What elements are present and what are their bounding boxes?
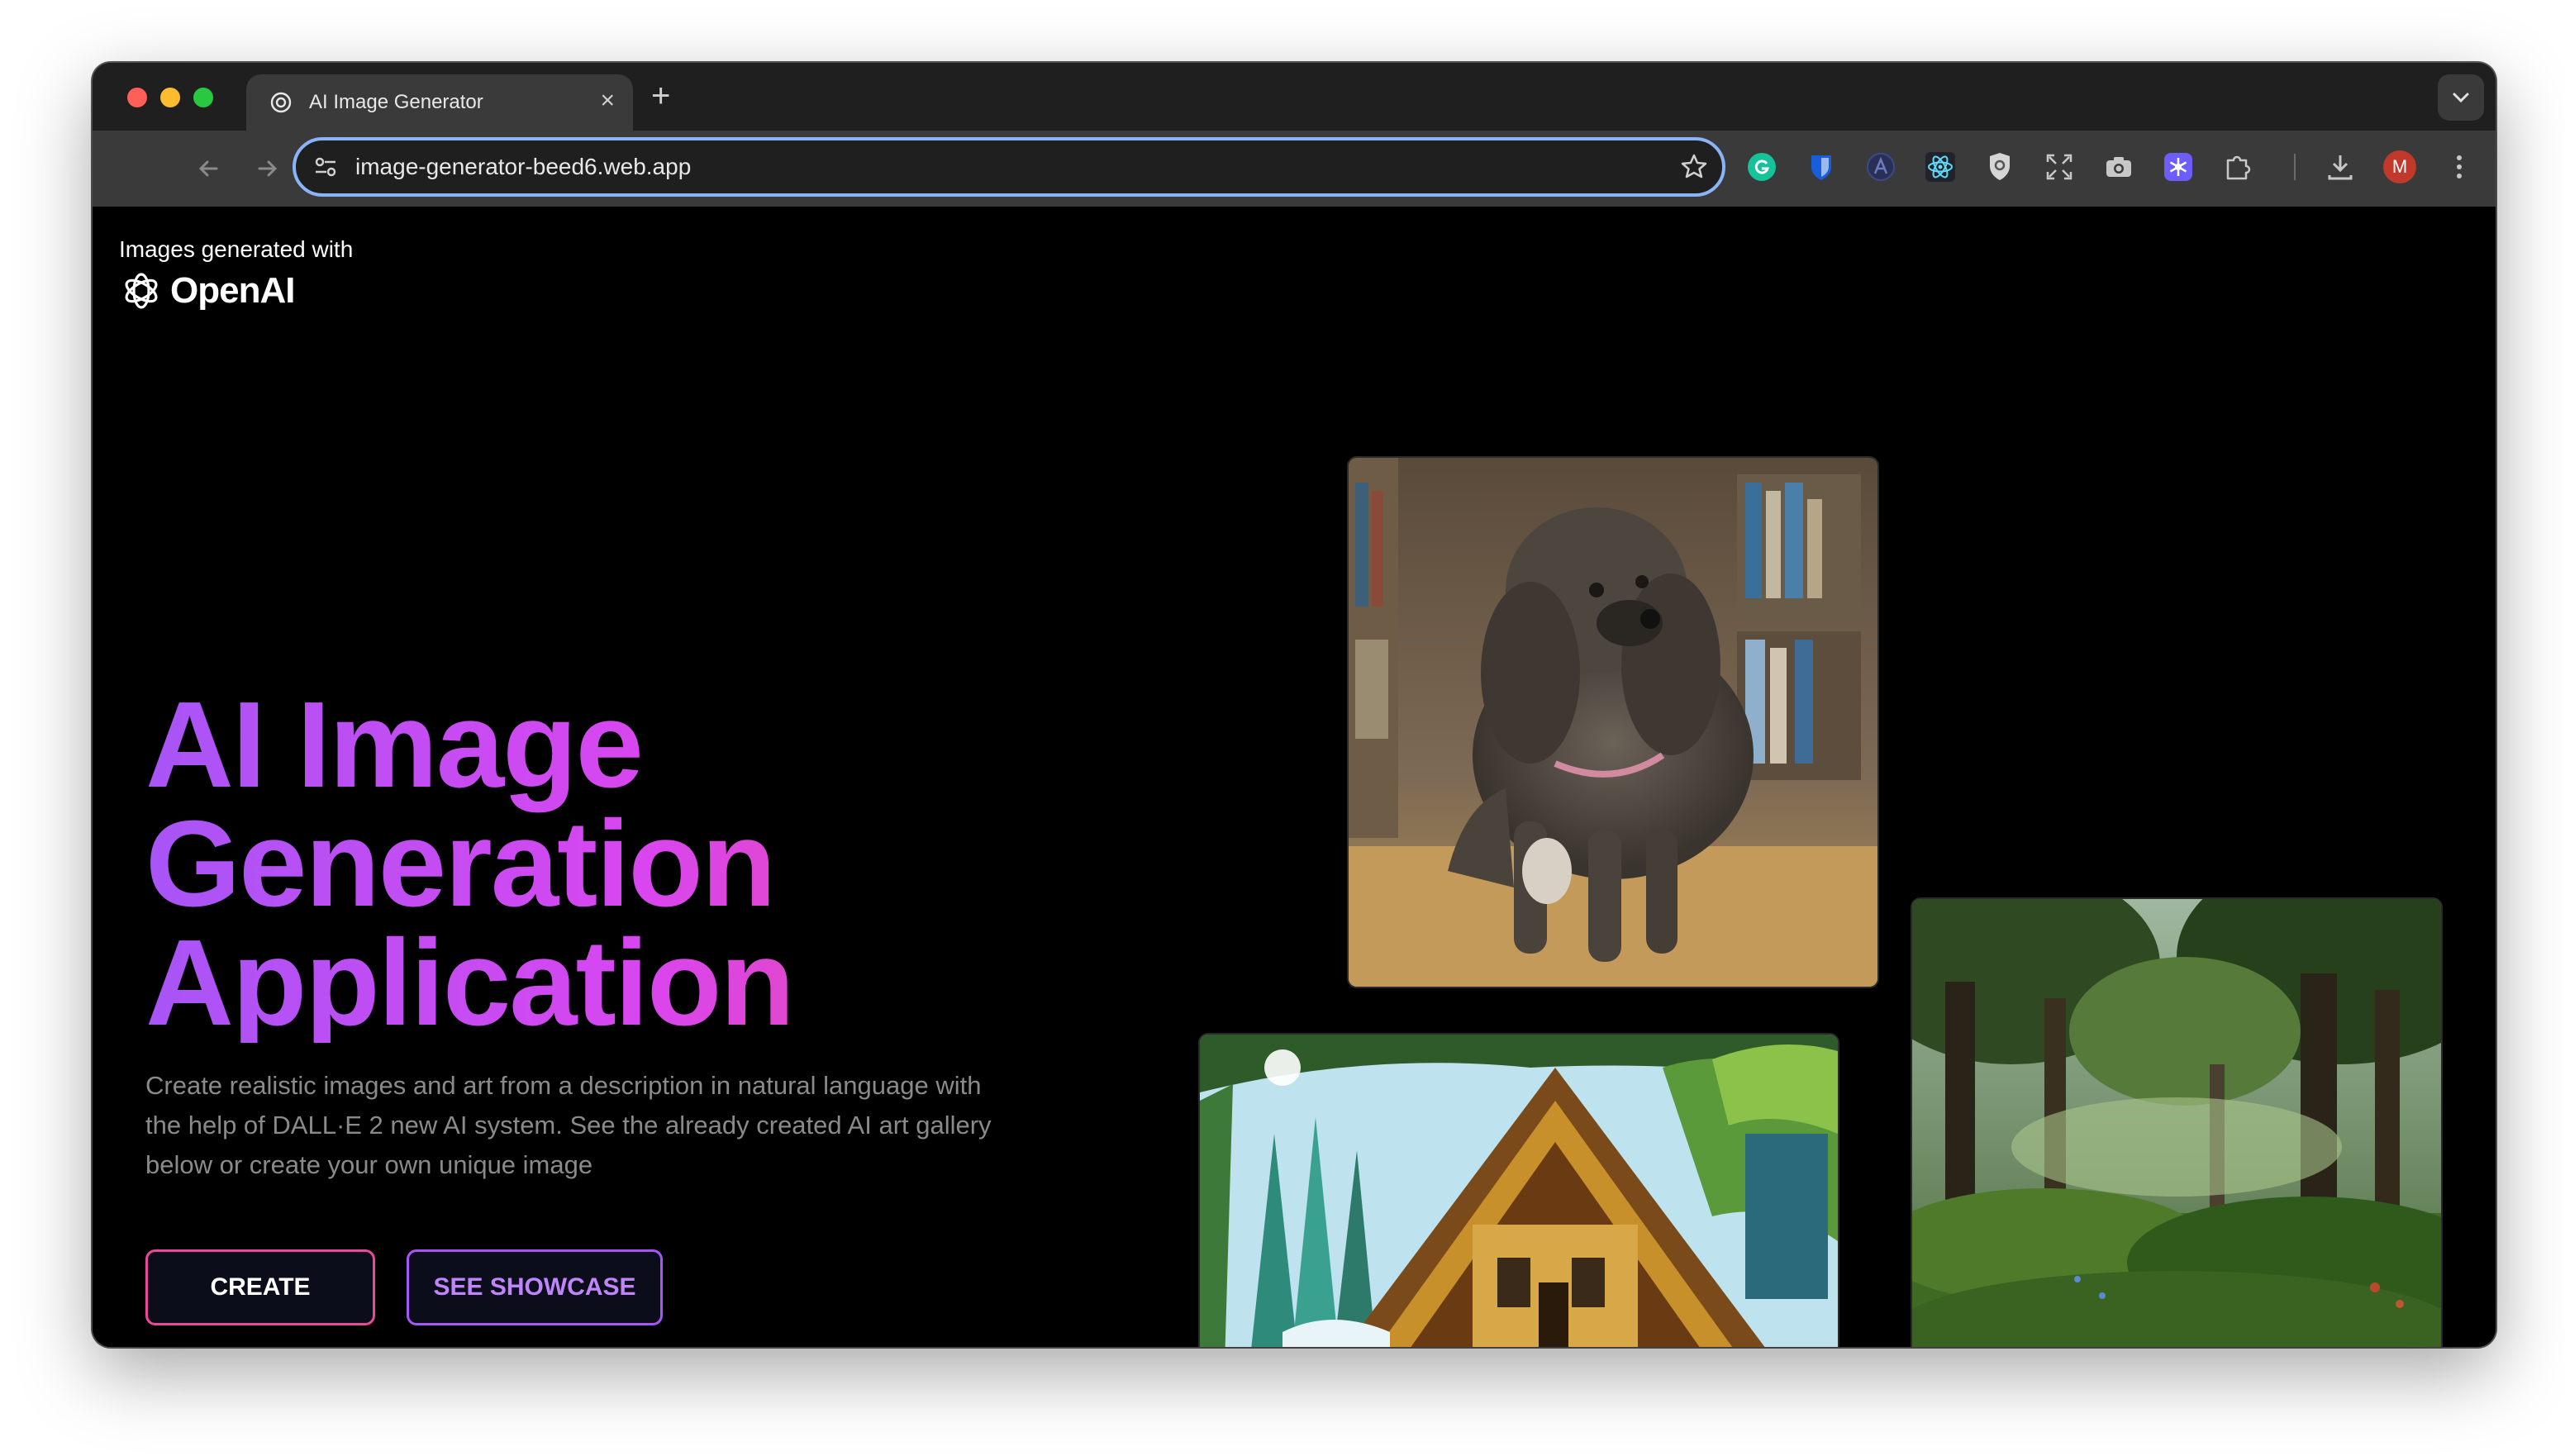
address-bar[interactable]: image-generator-beed6.web.app: [293, 137, 1725, 197]
cabin-painting: [1200, 1035, 1838, 1347]
openai-logo-icon: [125, 273, 158, 309]
back-arrow-icon[interactable]: [193, 154, 223, 183]
a-logo-icon[interactable]: [1864, 150, 1897, 183]
react-icon[interactable]: [1924, 150, 1957, 183]
bookmark-star-icon[interactable]: [1677, 150, 1711, 183]
browser-tab[interactable]: AI Image Generator ×: [246, 74, 633, 131]
expand-icon[interactable]: [2043, 150, 2076, 183]
camera-icon[interactable]: [2102, 150, 2135, 183]
page-content: Images generated with OpenAI AI Image Ge…: [93, 207, 2496, 1347]
browser-window: AI Image Generator × + image-generator-b…: [93, 63, 2496, 1347]
openai-brand[interactable]: OpenAI: [119, 268, 295, 314]
grammarly-icon[interactable]: [1745, 150, 1778, 183]
tab-title: AI Image Generator: [309, 91, 483, 113]
hero-line-2: Generation: [145, 796, 775, 932]
gallery-image-poodle[interactable]: [1347, 456, 1879, 988]
hero-title: AI Image Generation Application: [145, 686, 1054, 1043]
tab-close-icon[interactable]: ×: [600, 86, 615, 116]
hero-description: Create realistic images and art from a d…: [145, 1071, 992, 1179]
hero-line-3: Application: [145, 915, 793, 1051]
brand-caption: Images generated with: [119, 236, 354, 262]
bitwarden-shield-icon[interactable]: [1805, 150, 1838, 183]
create-button[interactable]: CREATE: [145, 1249, 375, 1325]
gallery-image-cabin[interactable]: [1198, 1033, 1839, 1347]
poodle-photo: [1349, 458, 1877, 987]
url-text: image-generator-beed6.web.app: [355, 154, 692, 179]
site-settings-icon[interactable]: [311, 152, 340, 182]
profile-avatar[interactable]: M: [2383, 150, 2416, 183]
snowflake-icon[interactable]: [2162, 150, 2195, 183]
forest-photo: [1912, 899, 2441, 1347]
close-window-button[interactable]: [127, 88, 147, 107]
toolbar-divider: [2294, 154, 2296, 180]
gallery-image-forest[interactable]: [1911, 897, 2443, 1347]
tab-search-button[interactable]: [2438, 74, 2484, 121]
chevron-down-icon: [2453, 93, 2469, 103]
new-tab-button[interactable]: +: [651, 79, 670, 112]
hero-line-1: AI Image: [145, 677, 642, 813]
title-bar: AI Image Generator × +: [93, 63, 2496, 131]
brand-name: OpenAI: [170, 270, 295, 311]
puzzle-icon[interactable]: [2221, 150, 2254, 183]
more-menu-icon[interactable]: [2443, 150, 2476, 183]
openai-favicon-icon: [270, 92, 292, 113]
browser-toolbar: image-generator-beed6.web.app M: [93, 131, 2496, 208]
forward-arrow-icon[interactable]: [253, 154, 283, 183]
minimize-window-button[interactable]: [160, 88, 180, 107]
see-showcase-button[interactable]: SEE SHOWCASE: [407, 1249, 663, 1325]
download-icon[interactable]: [2324, 150, 2357, 183]
privacy-shield-icon[interactable]: [1983, 150, 2016, 183]
maximize-window-button[interactable]: [193, 88, 213, 107]
